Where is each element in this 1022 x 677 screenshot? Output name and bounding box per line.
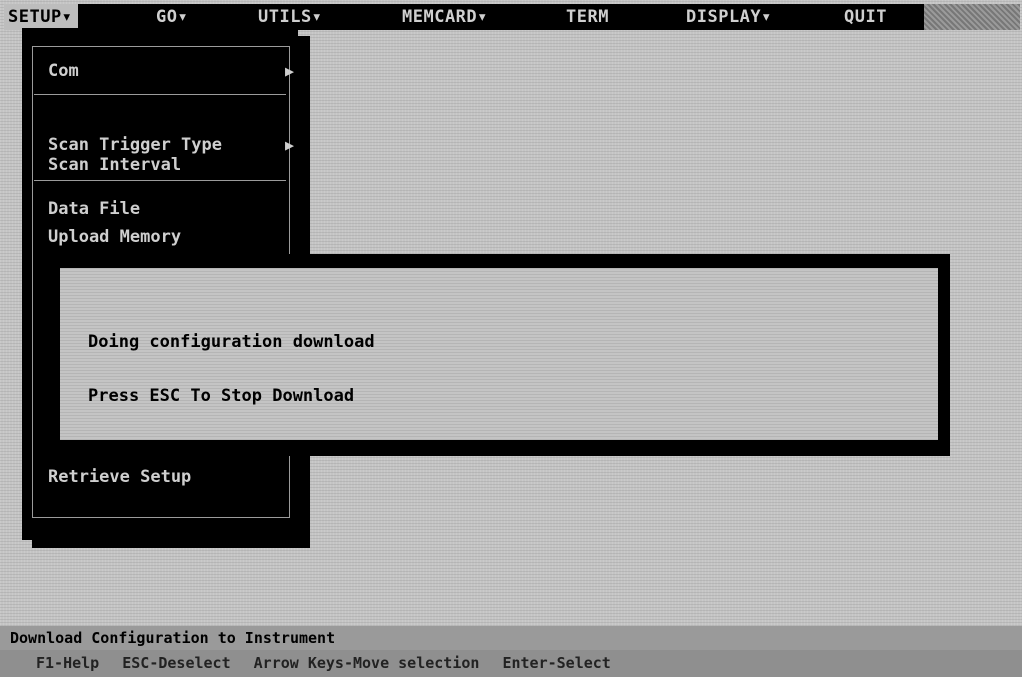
menu-term[interactable]: TERM: [566, 4, 609, 30]
dropdown-item-label: Com: [48, 61, 79, 81]
dropdown-item-scan-trigger-type[interactable]: Scan Trigger Type ▶: [48, 134, 294, 156]
key-hint-select: Enter-Select: [502, 654, 611, 672]
dos-screen: SETUP▾ GO▾ UTILS▾ MEMCARD▾ TERM DISPLAY▾…: [0, 0, 1022, 677]
dropdown-separator: [34, 94, 286, 95]
key-hint-help: F1-Help: [36, 654, 100, 672]
submenu-arrow-icon: ▶: [284, 136, 294, 154]
key-hint-deselect: ESC-Deselect: [122, 654, 231, 672]
menu-display[interactable]: DISPLAY▾: [686, 4, 772, 30]
status-description: Download Configuration to Instrument: [0, 626, 1022, 650]
menu-bar: SETUP▾ GO▾ UTILS▾ MEMCARD▾ TERM DISPLAY▾…: [4, 4, 1020, 30]
dropdown-item-upload-memory[interactable]: Upload Memory: [48, 226, 181, 248]
dropdown-item-retrieve-setup[interactable]: Retrieve Setup: [48, 466, 191, 488]
menu-setup[interactable]: SETUP▾: [4, 4, 79, 30]
dialog-body: Doing configuration download Press ESC T…: [58, 268, 938, 440]
key-hint-move: Arrow Keys-Move selection: [253, 654, 480, 672]
download-dialog: Doing configuration download Press ESC T…: [44, 254, 950, 456]
menu-quit[interactable]: QUIT: [844, 4, 887, 30]
submenu-arrow-icon: ▶: [284, 62, 294, 80]
dialog-message: Doing configuration download: [88, 332, 375, 352]
dropdown-item-label: Scan Trigger Type: [48, 135, 222, 155]
menu-utils[interactable]: UTILS▾: [258, 4, 322, 30]
dropdown-item-com[interactable]: Com ▶: [48, 60, 294, 82]
dropdown-separator: [34, 180, 286, 181]
menu-bar-fill: [924, 4, 1020, 30]
menu-memcard[interactable]: MEMCARD▾: [402, 4, 488, 30]
dropdown-item-data-file[interactable]: Data File: [48, 198, 140, 220]
dropdown-item-scan-interval[interactable]: Scan Interval: [48, 154, 181, 176]
dialog-hint: Press ESC To Stop Download: [88, 386, 355, 406]
status-keys: F1-Help ESC-Deselect Arrow Keys-Move sel…: [0, 650, 1022, 677]
menu-go[interactable]: GO▾: [156, 4, 188, 30]
